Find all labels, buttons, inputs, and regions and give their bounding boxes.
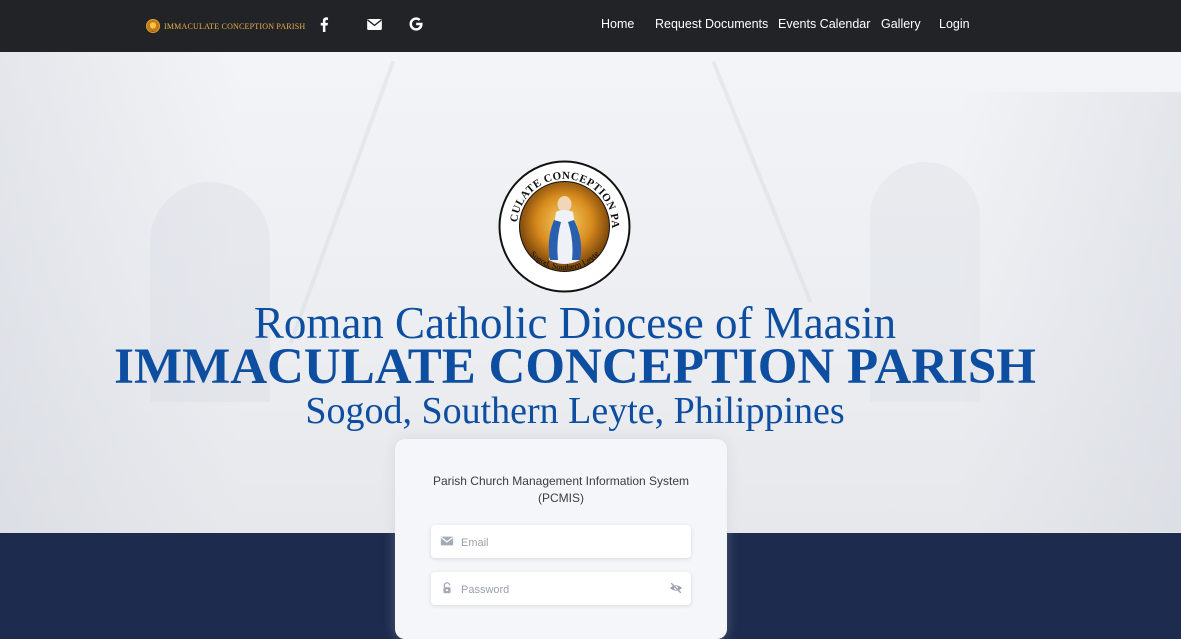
bg-beam — [711, 60, 813, 304]
email-icon[interactable] — [364, 14, 384, 34]
login-card-title: Parish Church Management Information Sys… — [395, 473, 727, 507]
email-input[interactable] — [459, 525, 663, 560]
toggle-password-visibility-icon[interactable] — [669, 581, 683, 595]
nav-request-documents[interactable]: Request Documents — [655, 17, 768, 31]
nav-login[interactable]: Login — [939, 17, 970, 31]
hero-parish-title: IMMACULATE CONCEPTION PARISH — [114, 339, 1036, 395]
parish-logo-icon — [146, 19, 160, 33]
google-icon[interactable] — [406, 14, 426, 34]
nav-home[interactable]: Home — [601, 17, 634, 31]
password-field[interactable] — [431, 572, 691, 607]
password-input[interactable] — [459, 572, 663, 607]
login-card: Parish Church Management Information Sys… — [395, 439, 727, 639]
system-acronym: (PCMIS) — [538, 491, 584, 505]
top-navbar: IMMACULATE CONCEPTION PARISH Home Reques… — [0, 0, 1181, 52]
nav-events-calendar[interactable]: Events Calendar — [778, 17, 870, 31]
email-field[interactable] — [431, 525, 691, 560]
lock-icon — [443, 582, 451, 594]
hero-location: Sogod, Southern Leyte, Philippines — [305, 390, 845, 432]
brand-text: IMMACULATE CONCEPTION PARISH — [164, 21, 306, 31]
email-icon — [440, 536, 454, 546]
system-name: Parish Church Management Information Sys… — [432, 474, 690, 488]
brand-logo-link[interactable]: IMMACULATE CONCEPTION PARISH — [146, 17, 305, 35]
nav-gallery[interactable]: Gallery — [881, 17, 921, 31]
facebook-icon[interactable] — [314, 14, 334, 34]
parish-seal-logo: IMMACULATE CONCEPTION PARISH Sogod, Sout… — [498, 160, 631, 293]
